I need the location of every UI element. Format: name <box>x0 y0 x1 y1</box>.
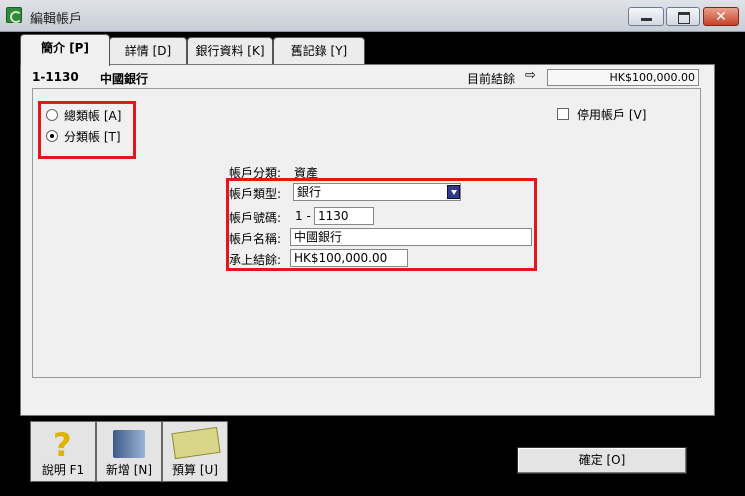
budget-icon <box>171 426 221 460</box>
tab-bank-info[interactable]: 銀行資料 [K] <box>187 37 273 64</box>
inactive-account-label[interactable]: 停用帳戶 [V] <box>577 106 646 123</box>
current-balance-value: HK$100,000.00 <box>547 69 699 86</box>
ok-button[interactable]: 確定 [O] <box>517 447 687 474</box>
minimize-button[interactable] <box>628 7 664 26</box>
account-name-header: 中國銀行 <box>100 72 149 86</box>
tab-details[interactable]: 詳情 [D] <box>109 37 187 64</box>
maximize-button[interactable] <box>666 7 700 26</box>
help-button[interactable]: ? 說明 F1 <box>30 421 96 482</box>
budget-button-label: 預算 [U] <box>172 463 218 477</box>
budget-button[interactable]: 預算 [U] <box>162 421 228 482</box>
close-icon: ✕ <box>715 9 727 25</box>
window-title: 編輯帳戶 <box>30 12 83 27</box>
help-button-label: 說明 F1 <box>41 463 85 477</box>
account-id: 1-1130 <box>32 70 79 84</box>
new-button-label: 新增 [N] <box>105 463 153 477</box>
tab-history[interactable]: 舊記錄 [Y] <box>273 37 365 64</box>
new-icon <box>113 430 145 458</box>
highlight-box <box>38 101 136 159</box>
arrow-icon[interactable]: ⇨ <box>525 68 536 83</box>
tab-summary[interactable]: 簡介 [P] <box>20 34 110 66</box>
new-button[interactable]: 新增 [N] <box>96 421 162 482</box>
inactive-account-checkbox[interactable] <box>557 108 569 120</box>
highlight-box <box>226 178 537 271</box>
close-button[interactable]: ✕ <box>703 7 739 26</box>
help-icon: ? <box>53 426 72 464</box>
current-balance-label: 目前結餘 <box>467 72 516 86</box>
app-icon <box>6 7 22 23</box>
